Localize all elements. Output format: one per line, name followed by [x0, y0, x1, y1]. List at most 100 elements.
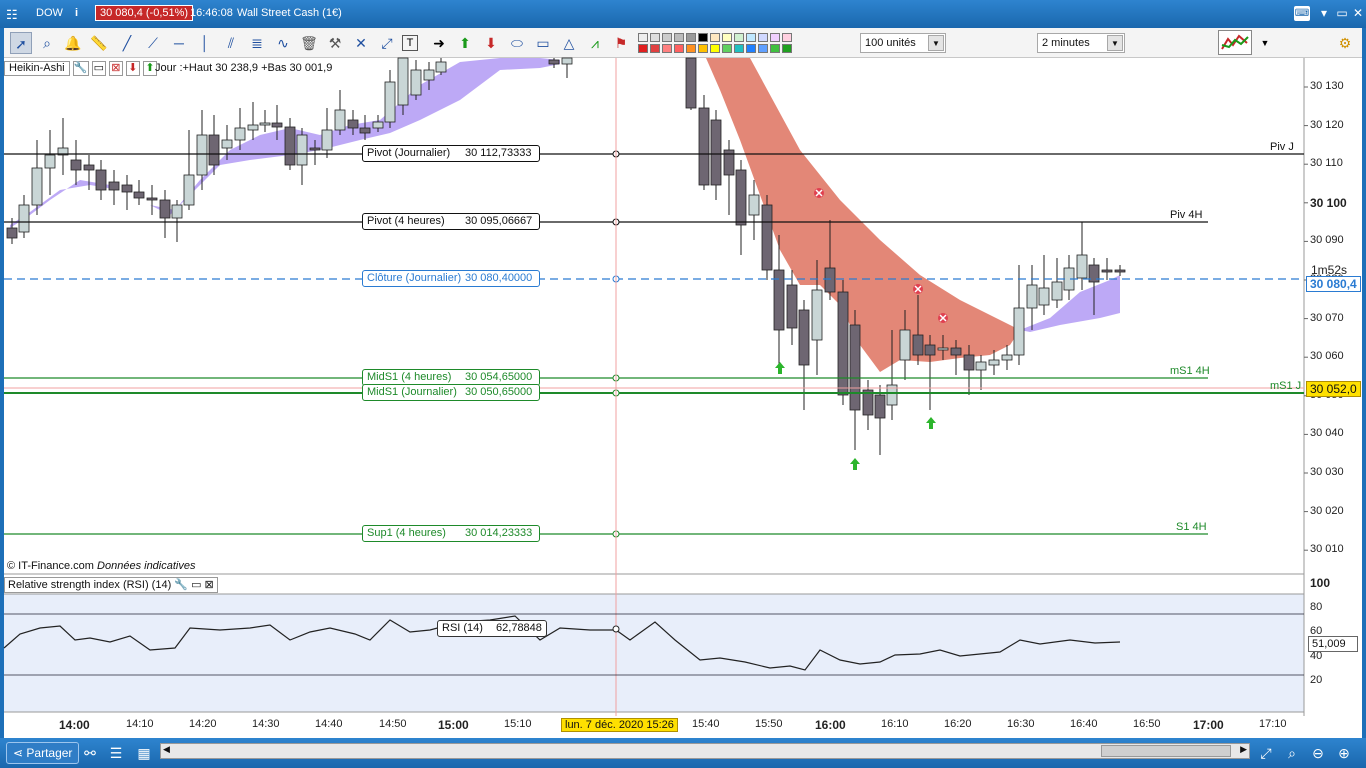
- candle-body: [108, 181, 120, 191]
- share-icon: ⋖: [13, 746, 24, 760]
- candle-body: [208, 134, 220, 166]
- candle-body: [1101, 269, 1113, 273]
- price-chart[interactable]: [0, 0, 1366, 768]
- price-tick: 30 040: [1310, 427, 1344, 440]
- candle-body: [397, 57, 409, 106]
- candle-body: [133, 191, 145, 199]
- wrench-icon[interactable]: 🔧: [72, 61, 89, 76]
- time-tick: 14:40: [315, 718, 343, 730]
- candle-body: [1114, 269, 1126, 273]
- move-down-icon[interactable]: ⬇: [125, 61, 140, 76]
- candle-body: [159, 199, 171, 219]
- time-tick: 14:30: [252, 718, 280, 730]
- candle-body: [271, 122, 283, 128]
- binoculars-icon[interactable]: ⚯: [80, 743, 100, 763]
- candle-body: [735, 169, 747, 226]
- candle-body: [975, 361, 987, 371]
- price-tick: 30 120: [1310, 118, 1344, 131]
- price-tick: 30 030: [1310, 466, 1344, 478]
- zoom-in-icon[interactable]: ⊕: [1334, 743, 1354, 763]
- close-indicator-icon[interactable]: ⊠: [108, 61, 123, 76]
- level-label[interactable]: Sup1 (4 heures) 30 014,23333: [362, 525, 540, 542]
- candle-body: [83, 164, 95, 171]
- wrench-icon[interactable]: 🔧: [174, 579, 188, 591]
- window-icon[interactable]: ▭: [191, 579, 201, 591]
- scroll-left-icon[interactable]: ◀: [163, 744, 170, 755]
- level-name: MidS1 (Journalier): [367, 386, 457, 398]
- candle-body: [963, 354, 975, 371]
- candle-body: [1001, 354, 1013, 361]
- candle-body: [95, 169, 107, 191]
- candle-body: [849, 324, 861, 411]
- candle-body: [1051, 281, 1063, 301]
- candle-body: [1076, 254, 1088, 279]
- level-label[interactable]: MidS1 (Journalier) 30 050,65000: [362, 384, 540, 401]
- share-label: Partager: [26, 746, 73, 760]
- autoscale-icon[interactable]: ⤢: [1256, 743, 1276, 763]
- candle-body: [372, 121, 384, 129]
- candle-body: [6, 227, 18, 239]
- candle-body: [234, 127, 246, 141]
- rsi-label: RSI (14): [442, 622, 483, 634]
- price-tick: 30 010: [1310, 543, 1344, 556]
- candle-body: [1013, 307, 1025, 356]
- scroll-right-icon[interactable]: ▶: [1240, 744, 1247, 755]
- candle-body: [748, 194, 760, 216]
- level-value: 30 054,65000: [465, 371, 533, 383]
- time-tick: 14:00: [59, 718, 90, 732]
- candle-body: [18, 204, 30, 233]
- list-icon[interactable]: ☰: [106, 743, 126, 763]
- candle-body: [824, 267, 836, 293]
- price-tick: 30 100: [1310, 195, 1347, 210]
- candle-body: [334, 109, 346, 131]
- level-label[interactable]: Pivot (4 heures) 30 095,06667: [362, 213, 540, 230]
- crosshair-price-label: 30 052,0: [1306, 381, 1361, 397]
- horizontal-scrollbar[interactable]: ◀ ▶: [160, 743, 1250, 759]
- rsi-tick: 100: [1310, 576, 1331, 590]
- close-indicator-icon[interactable]: ⊠: [205, 579, 214, 591]
- price-tick: 30 110: [1310, 157, 1343, 170]
- level-tag: Piv J: [1270, 141, 1294, 153]
- level-label[interactable]: Pivot (Journalier) 30 112,73333: [362, 145, 540, 162]
- zoom-fit-icon[interactable]: ⌕: [1282, 743, 1302, 763]
- share-button[interactable]: ⋖ Partager: [6, 742, 80, 764]
- candle-body: [761, 204, 773, 271]
- zoom-out-icon[interactable]: ⊖: [1308, 743, 1328, 763]
- candle-body: [548, 59, 560, 65]
- scroll-thumb[interactable]: [1101, 745, 1231, 757]
- time-tick: 16:00: [815, 718, 846, 732]
- level-tag: mS1 J: [1270, 380, 1302, 392]
- level-label[interactable]: Clôture (Journalier) 30 080,40000: [362, 270, 540, 287]
- candle-body: [31, 167, 43, 206]
- candle-body: [171, 204, 183, 219]
- candle-body: [561, 57, 573, 65]
- time-tick: 17:10: [1259, 718, 1287, 730]
- last-price-label: 30 080,4: [1306, 276, 1361, 292]
- candle-body: [347, 119, 359, 129]
- chart-legend: Heikin-Ashi 🔧 ▭ ⊠ ⬇ ⬆: [4, 61, 157, 76]
- rsi-value: 62,78848: [496, 622, 542, 634]
- candle-body: [384, 81, 396, 123]
- time-tick: 14:10: [126, 718, 154, 730]
- rsi-title: Relative strength index (RSI) (14): [8, 579, 172, 591]
- copyright-text: © IT-Finance.com: [7, 560, 94, 572]
- level-name: Sup1 (4 heures): [367, 527, 446, 539]
- candle-body: [44, 154, 56, 169]
- candle-body: [786, 284, 798, 329]
- time-tick: 16:20: [944, 718, 972, 730]
- price-tick: 30 130: [1310, 80, 1344, 92]
- table-icon[interactable]: ▦: [134, 743, 154, 763]
- candle-body: [950, 347, 962, 356]
- candle-body: [221, 139, 233, 149]
- candle-body: [70, 159, 82, 171]
- candle-body: [988, 359, 1000, 366]
- rsi-tick: 80: [1310, 600, 1323, 613]
- window-icon[interactable]: ▭: [91, 61, 106, 76]
- candle-body: [247, 124, 259, 131]
- candle-body: [811, 289, 823, 341]
- candle-body: [121, 184, 133, 193]
- level-name: MidS1 (4 heures): [367, 371, 452, 383]
- indicator-name: Heikin-Ashi: [4, 61, 70, 76]
- candle-body: [146, 197, 158, 201]
- candle-body: [196, 134, 208, 176]
